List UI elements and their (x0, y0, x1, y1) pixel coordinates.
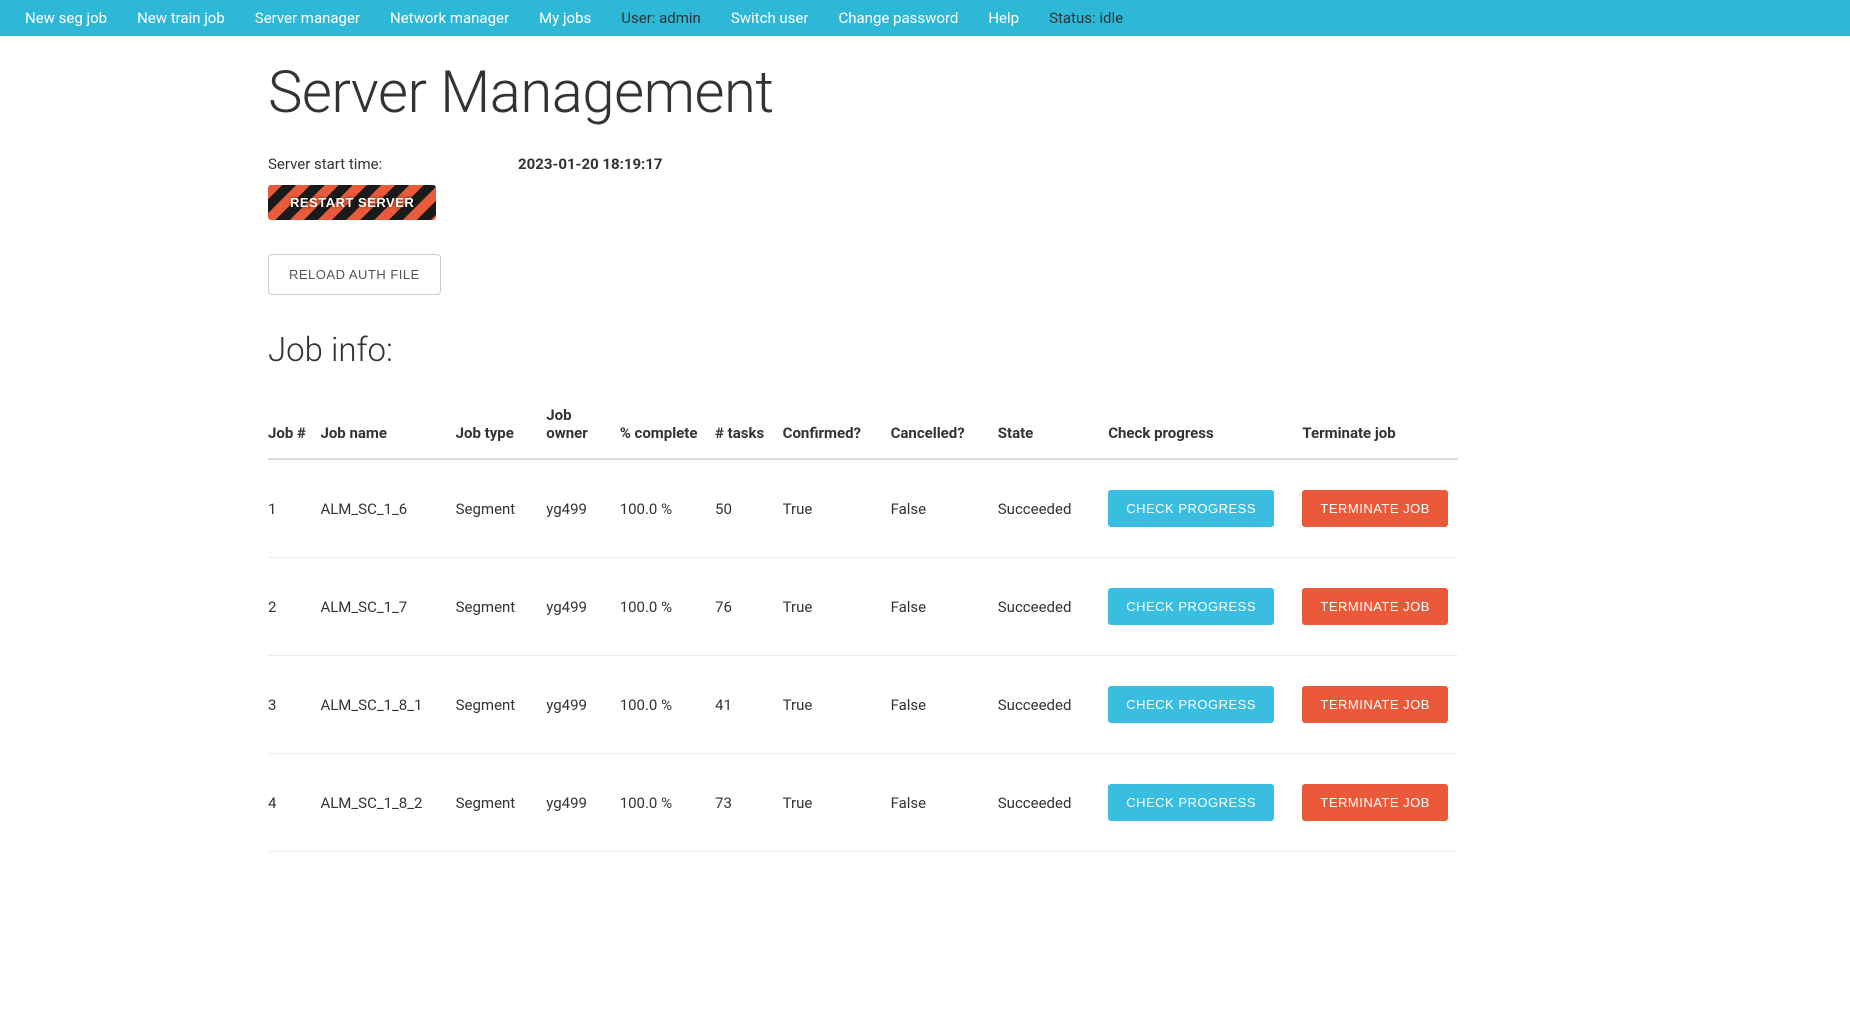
th-check-progress: Check progress (1108, 390, 1302, 459)
terminate-job-button[interactable]: TERMINATE JOB (1302, 588, 1448, 625)
restart-server-button[interactable]: RESTART SERVER (268, 185, 436, 220)
job-info-heading: Job info: (268, 331, 1458, 370)
cell-num-tasks: 50 (715, 459, 783, 558)
check-progress-button[interactable]: CHECK PROGRESS (1108, 588, 1274, 625)
cell-job-type: Segment (456, 459, 547, 558)
th-confirmed: Confirmed? (783, 390, 891, 459)
check-progress-button[interactable]: CHECK PROGRESS (1108, 784, 1274, 821)
cell-num-tasks: 76 (715, 558, 783, 656)
main-container: Server Management Server start time: 202… (268, 36, 1458, 852)
cell-cancelled: False (891, 656, 998, 754)
cell-pct-complete: 100.0 % (620, 656, 715, 754)
terminate-job-button[interactable]: TERMINATE JOB (1302, 490, 1448, 527)
nav-switch-user[interactable]: Switch user (716, 0, 824, 36)
cell-job-name: ALM_SC_1_6 (320, 459, 455, 558)
cell-check: CHECK PROGRESS (1108, 754, 1302, 852)
cell-check: CHECK PROGRESS (1108, 656, 1302, 754)
cell-job-name: ALM_SC_1_8_1 (320, 656, 455, 754)
cell-job-owner: yg499 (546, 558, 619, 656)
th-num-tasks: # tasks (715, 390, 783, 459)
cell-confirmed: True (783, 656, 891, 754)
reload-auth-file-button[interactable]: RELOAD AUTH FILE (268, 254, 441, 295)
cell-pct-complete: 100.0 % (620, 558, 715, 656)
nav-new-train-job[interactable]: New train job (122, 0, 240, 36)
cell-check: CHECK PROGRESS (1108, 558, 1302, 656)
cell-job-type: Segment (456, 558, 547, 656)
th-job-num: Job # (268, 390, 320, 459)
th-job-name: Job name (320, 390, 455, 459)
job-table: Job # Job name Job type Job owner % comp… (268, 390, 1458, 852)
cell-cancelled: False (891, 558, 998, 656)
th-terminate-job: Terminate job (1302, 390, 1458, 459)
cell-pct-complete: 100.0 % (620, 459, 715, 558)
cell-check: CHECK PROGRESS (1108, 459, 1302, 558)
nav-change-password[interactable]: Change password (823, 0, 973, 36)
th-job-type: Job type (456, 390, 547, 459)
cell-state: Succeeded (998, 459, 1108, 558)
th-job-owner: Job owner (546, 390, 619, 459)
nav-help[interactable]: Help (973, 0, 1034, 36)
cell-state: Succeeded (998, 754, 1108, 852)
table-row: 1ALM_SC_1_6Segmentyg499100.0 %50TrueFals… (268, 459, 1458, 558)
cell-job-name: ALM_SC_1_7 (320, 558, 455, 656)
cell-job-num: 4 (268, 754, 320, 852)
server-start-value: 2023-01-20 18:19:17 (518, 155, 663, 173)
cell-job-num: 2 (268, 558, 320, 656)
cell-job-owner: yg499 (546, 754, 619, 852)
cell-terminate: TERMINATE JOB (1302, 656, 1458, 754)
cell-job-type: Segment (456, 656, 547, 754)
cell-num-tasks: 41 (715, 656, 783, 754)
cell-confirmed: True (783, 459, 891, 558)
top-navbar: New seg job New train job Server manager… (0, 0, 1850, 36)
cell-state: Succeeded (998, 656, 1108, 754)
th-cancelled: Cancelled? (891, 390, 998, 459)
nav-new-seg-job[interactable]: New seg job (10, 0, 122, 36)
cell-cancelled: False (891, 459, 998, 558)
nav-server-manager[interactable]: Server manager (240, 0, 375, 36)
cell-num-tasks: 73 (715, 754, 783, 852)
cell-terminate: TERMINATE JOB (1302, 558, 1458, 656)
check-progress-button[interactable]: CHECK PROGRESS (1108, 686, 1274, 723)
page-title: Server Management (268, 59, 1458, 127)
cell-pct-complete: 100.0 % (620, 754, 715, 852)
cell-cancelled: False (891, 754, 998, 852)
terminate-job-button[interactable]: TERMINATE JOB (1302, 784, 1448, 821)
th-state: State (998, 390, 1108, 459)
cell-job-num: 3 (268, 656, 320, 754)
nav-user-label: User: admin (606, 0, 716, 36)
cell-job-type: Segment (456, 754, 547, 852)
nav-status-label: Status: idle (1034, 0, 1138, 36)
table-row: 4ALM_SC_1_8_2Segmentyg499100.0 %73TrueFa… (268, 754, 1458, 852)
cell-job-name: ALM_SC_1_8_2 (320, 754, 455, 852)
table-row: 2ALM_SC_1_7Segmentyg499100.0 %76TrueFals… (268, 558, 1458, 656)
cell-confirmed: True (783, 754, 891, 852)
table-header-row: Job # Job name Job type Job owner % comp… (268, 390, 1458, 459)
cell-job-owner: yg499 (546, 459, 619, 558)
server-start-label: Server start time: (268, 155, 518, 173)
terminate-job-button[interactable]: TERMINATE JOB (1302, 686, 1448, 723)
check-progress-button[interactable]: CHECK PROGRESS (1108, 490, 1274, 527)
cell-job-num: 1 (268, 459, 320, 558)
table-row: 3ALM_SC_1_8_1Segmentyg499100.0 %41TrueFa… (268, 656, 1458, 754)
cell-job-owner: yg499 (546, 656, 619, 754)
th-pct-complete: % complete (620, 390, 715, 459)
server-start-row: Server start time: 2023-01-20 18:19:17 (268, 155, 1458, 173)
cell-terminate: TERMINATE JOB (1302, 459, 1458, 558)
nav-my-jobs[interactable]: My jobs (524, 0, 606, 36)
nav-network-manager[interactable]: Network manager (375, 0, 524, 36)
cell-state: Succeeded (998, 558, 1108, 656)
cell-terminate: TERMINATE JOB (1302, 754, 1458, 852)
cell-confirmed: True (783, 558, 891, 656)
